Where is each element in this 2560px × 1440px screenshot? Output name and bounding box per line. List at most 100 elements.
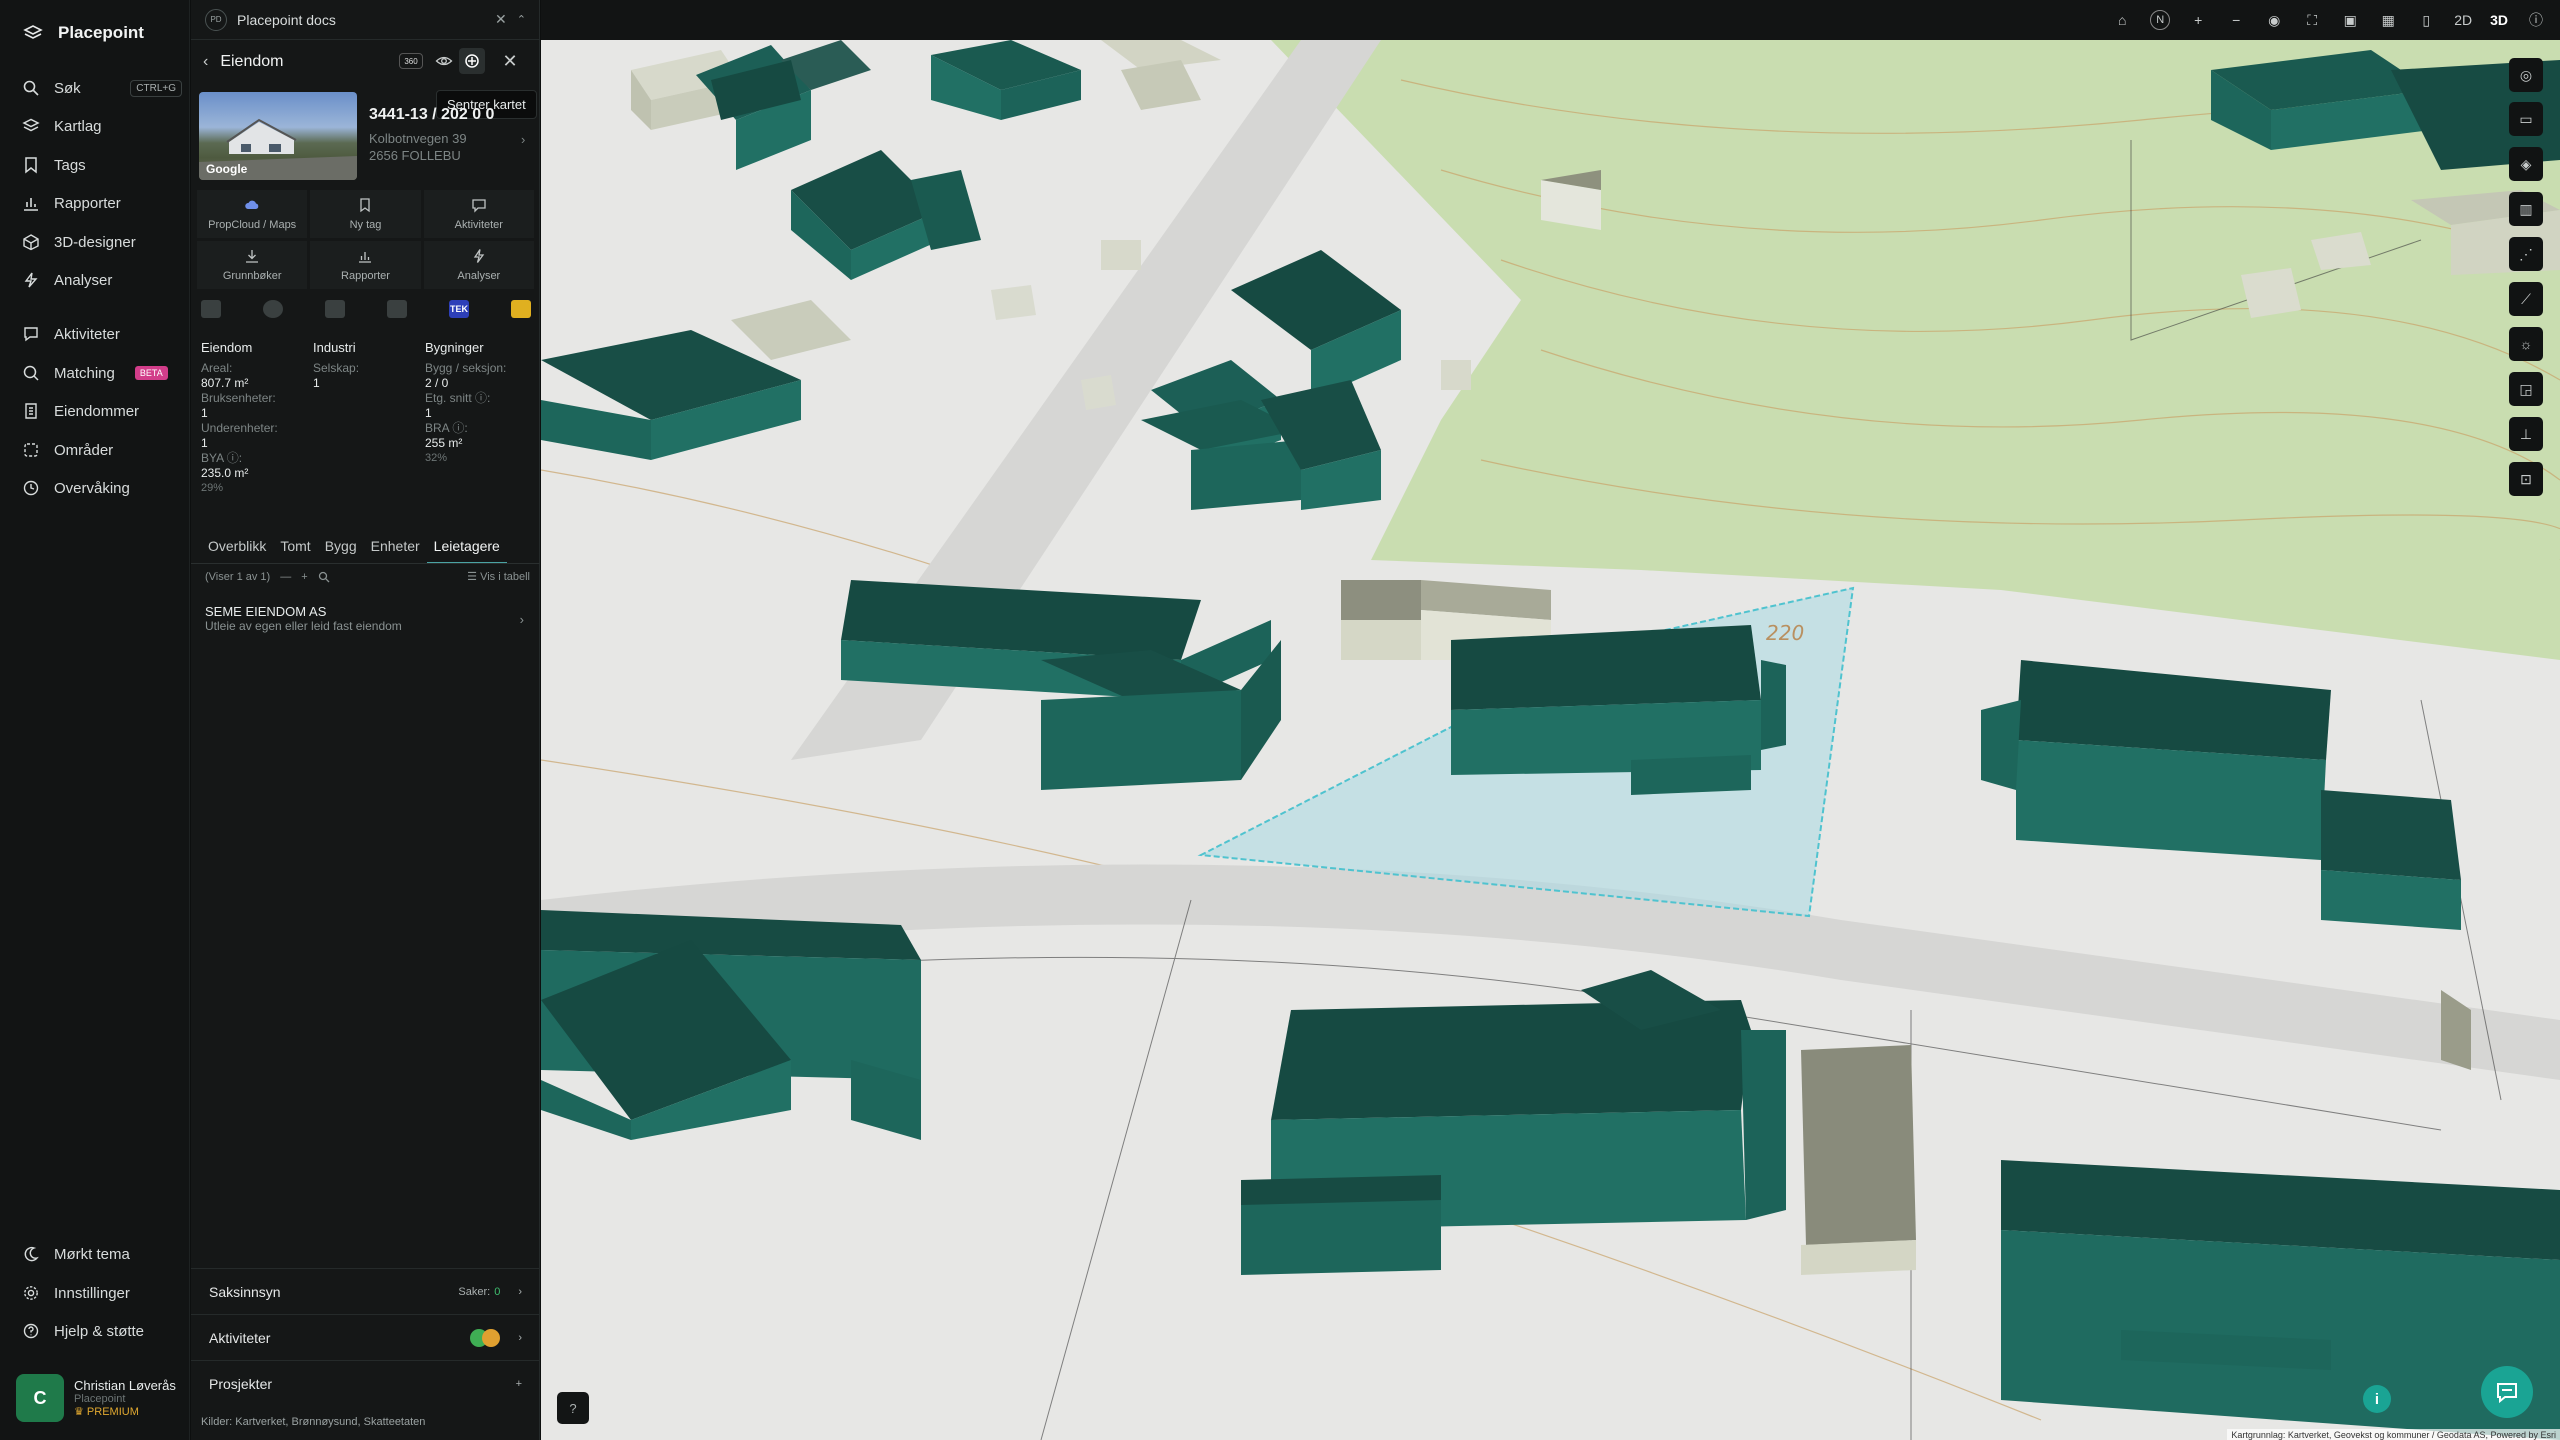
source-bars-icon[interactable]: [387, 300, 407, 318]
minus-icon[interactable]: —: [280, 571, 291, 583]
eye-icon[interactable]: [431, 48, 457, 74]
bookmark-icon[interactable]: ▯: [2416, 10, 2436, 30]
google-label: Google: [206, 162, 248, 176]
tool-height-icon[interactable]: ⊥: [2509, 417, 2543, 451]
stats-industri: Industri Selskap: 1: [313, 340, 423, 391]
view-360-button[interactable]: 360: [399, 53, 423, 69]
property-id: 3441-13 / 202 0 0: [369, 106, 495, 123]
nav-item-kartlag[interactable]: Kartlag: [22, 114, 182, 138]
fullscreen-icon[interactable]: ⛶: [2302, 10, 2322, 30]
back-icon[interactable]: ‹: [203, 53, 208, 71]
source-energy-icon[interactable]: [511, 300, 531, 318]
brand[interactable]: Placepoint: [22, 22, 144, 44]
nav-label: Overvåking: [54, 479, 130, 497]
new-tag-button[interactable]: Ny tag: [310, 190, 421, 238]
tool-export-icon[interactable]: ⊡: [2509, 462, 2543, 496]
nav-item-aktiviteter[interactable]: Aktiviteter: [22, 322, 182, 346]
plus-icon[interactable]: +: [301, 571, 307, 583]
street-view-thumbnail[interactable]: Google: [199, 92, 357, 180]
bookmark-icon: [25, 157, 37, 174]
activities-button[interactable]: Aktiviteter: [423, 190, 534, 238]
avatar: [482, 1328, 501, 1347]
nav-item-3d-designer[interactable]: 3D-designer: [22, 230, 182, 254]
search-icon[interactable]: [318, 571, 330, 583]
nav-item-sok[interactable]: Søk CTRL+G: [22, 76, 182, 100]
camera-icon[interactable]: ▣: [2340, 10, 2360, 30]
tab-overblikk[interactable]: Overblikk: [201, 534, 273, 564]
mode-2d-button[interactable]: 2D: [2454, 10, 2472, 30]
bar-chart-icon: [24, 198, 38, 211]
source-tek-icon[interactable]: TEK: [449, 300, 469, 318]
selskap-label: Selskap:: [313, 361, 360, 375]
analyses-button[interactable]: Analyser: [423, 241, 534, 289]
propcloud-button[interactable]: PropCloud / Maps: [197, 190, 308, 238]
map-canvas[interactable]: 220: [541, 0, 2560, 1440]
chevron-right-icon[interactable]: ›: [521, 132, 525, 147]
sources-list[interactable]: Kartverket, Brønnøysund, Skatteetaten: [235, 1416, 425, 1428]
nav-item-eiendommer[interactable]: Eiendommer: [22, 399, 182, 423]
tool-slice-icon[interactable]: ◲: [2509, 372, 2543, 406]
nav-item-overvaking[interactable]: Overvåking: [22, 476, 182, 500]
tab-enheter[interactable]: Enheter: [364, 534, 427, 564]
action-label: Ny tag: [349, 219, 382, 231]
help-button[interactable]: ?: [557, 1392, 589, 1424]
user-card[interactable]: C Christian Løverås Placepoint ♛ PREMIUM: [16, 1372, 176, 1424]
nav-item-tags[interactable]: Tags: [22, 153, 182, 177]
tab-tomt[interactable]: Tomt: [273, 534, 317, 564]
tool-measure-icon[interactable]: ◎: [2509, 58, 2543, 92]
chat-button[interactable]: [2481, 1366, 2533, 1418]
visibility-icon[interactable]: ◉: [2264, 10, 2284, 30]
panel-tabs: Overblikk Tomt Bygg Enheter Leietagere: [191, 534, 540, 564]
section-prosjekter[interactable]: Prosjekter +: [191, 1360, 540, 1406]
section-aktiviteter[interactable]: Aktiviteter ›: [191, 1314, 540, 1360]
monitor-clock-icon: [23, 480, 39, 496]
nav-item-dark-theme[interactable]: Mørkt tema: [22, 1242, 182, 1266]
section-saksinnsyn[interactable]: Saksinnsyn Saker: 0 ›: [191, 1268, 540, 1314]
close-panel-icon[interactable]: ✕: [497, 48, 523, 74]
source-globe-icon[interactable]: [263, 300, 283, 318]
tool-profile-icon[interactable]: ⟋: [2509, 282, 2543, 316]
grid-icon[interactable]: ▦: [2378, 10, 2398, 30]
table-view-button[interactable]: ☰ Vis i tabell: [467, 570, 530, 583]
grunnboker-button[interactable]: Grunnbøker: [197, 241, 308, 289]
stats-heading: Industri: [313, 340, 356, 355]
tool-sun-icon[interactable]: ☼: [2509, 327, 2543, 361]
nav-item-rapporter[interactable]: Rapporter: [22, 191, 182, 215]
property-address[interactable]: Kolbotnvegen 39 2656 FOLLEBU: [369, 130, 467, 164]
nav-item-matching[interactable]: Matching BETA: [22, 361, 182, 385]
tool-chart-icon[interactable]: ▥: [2509, 192, 2543, 226]
tenant-list-item[interactable]: SEME EIENDOM AS Utleie av egen eller lei…: [205, 604, 530, 633]
nav-item-analyser[interactable]: Analyser: [22, 268, 182, 292]
map-3d-view[interactable]: 220 ⌂ N + − ◉ ⛶ ▣ ▦ ▯ 2D 3D ⓘ ◎ ▭ ◈ ▥ ⋰ …: [541, 0, 2560, 1440]
tool-area-icon[interactable]: ◈: [2509, 147, 2543, 181]
add-project-icon[interactable]: +: [516, 1378, 522, 1390]
source-map-icon[interactable]: [201, 300, 221, 318]
section-label: Prosjekter: [209, 1375, 273, 1392]
zoom-in-icon[interactable]: +: [2188, 10, 2208, 30]
tab-leietagere[interactable]: Leietagere: [426, 534, 507, 564]
info-icon[interactable]: ⓘ: [2526, 10, 2546, 30]
nav-item-omrader[interactable]: Områder: [22, 438, 182, 462]
center-map-button[interactable]: [459, 48, 485, 74]
nav-item-settings[interactable]: Innstillinger: [22, 1281, 182, 1305]
info-button[interactable]: i: [2363, 1385, 2391, 1413]
moon-icon: [24, 1246, 39, 1262]
zoom-out-icon[interactable]: −: [2226, 10, 2246, 30]
mode-3d-button[interactable]: 3D: [2490, 10, 2508, 30]
selskap-value: 1: [313, 376, 320, 390]
compass-button[interactable]: N: [2150, 10, 2171, 30]
close-doc-icon[interactable]: ✕: [495, 11, 507, 28]
buildings-toggle-icon[interactable]: ⌂: [2112, 10, 2132, 30]
tool-elevation-icon[interactable]: ⋰: [2509, 237, 2543, 271]
nav-item-help[interactable]: Hjelp & støtte: [22, 1319, 182, 1343]
cloud-icon: [245, 200, 259, 209]
reports-button[interactable]: Rapporter: [310, 241, 421, 289]
bra-label: BRA ⓘ:: [425, 421, 468, 435]
expand-icon[interactable]: ⌃: [517, 13, 526, 26]
source-tree-icon[interactable]: [325, 300, 345, 318]
doc-tab[interactable]: PD Placepoint docs ✕ ⌃: [191, 0, 540, 40]
tab-bygg[interactable]: Bygg: [318, 534, 364, 564]
tool-ruler-icon[interactable]: ▭: [2509, 102, 2543, 136]
user-plan: ♛ PREMIUM: [74, 1405, 176, 1418]
tenant-name: SEME EIENDOM AS: [205, 604, 327, 619]
